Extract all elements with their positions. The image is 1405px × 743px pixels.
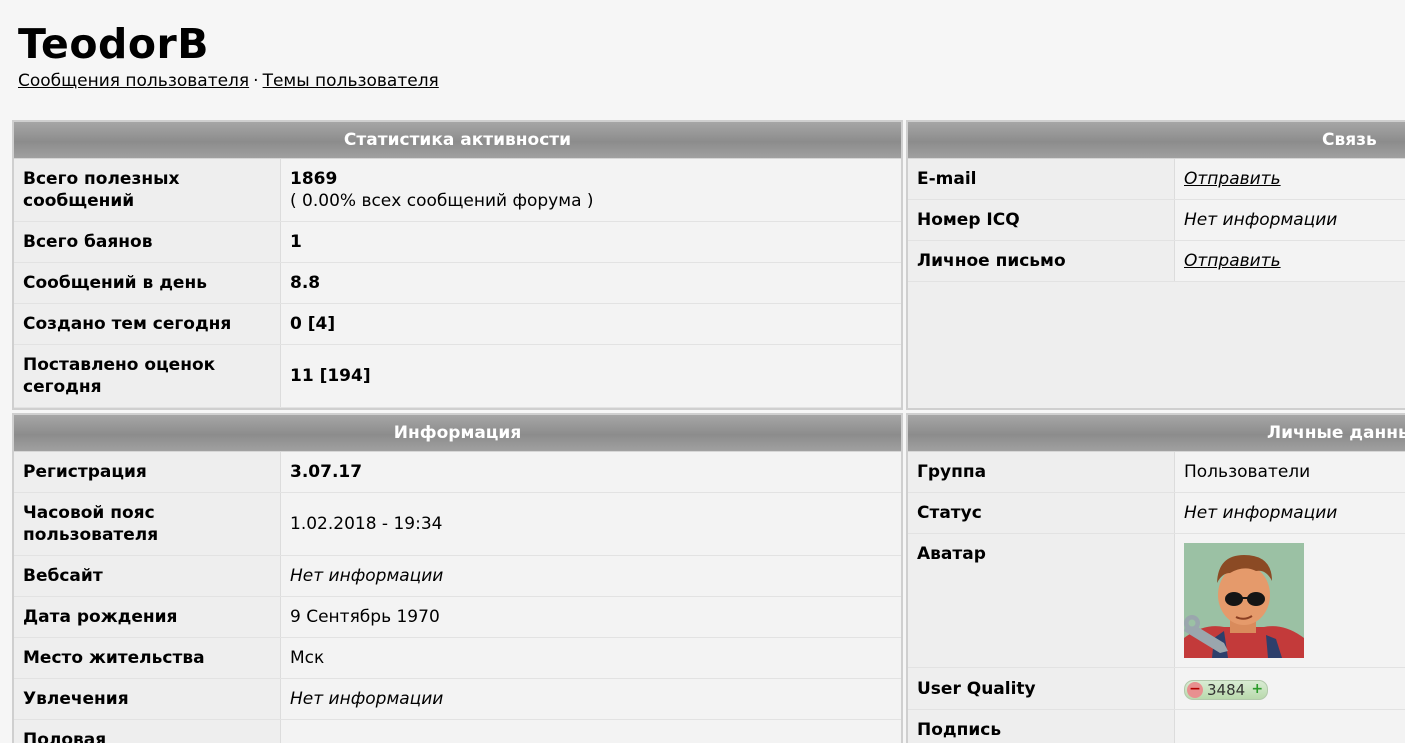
info-label: Регистрация [14,452,281,493]
personal-label: Аватар [908,533,1175,668]
private-message-send-button[interactable]: Отправить [1184,251,1281,271]
stat-label: Всего баянов [14,221,281,263]
info-panel: Информация Регистрация 3.07.17 Часовой п… [12,413,903,743]
table-row: Аватар [908,533,1405,668]
table-row: Дата рождения 9 Сентябрь 1970 [14,596,901,638]
table-row: Половая [14,719,901,743]
info-value: Мск [280,637,901,679]
personal-table: Группа Пользователи Статус Нет информаци… [908,452,1405,743]
info-value: 1.02.2018 - 19:34 [280,492,901,556]
stat-label: Сообщений в день [14,262,281,304]
stat-value: 1 [280,221,901,263]
table-row: Группа Пользователи [908,452,1405,493]
table-row: Поставлено оценок сегодня 11 [194] [14,344,901,408]
table-row: Всего полезных сообщений 1869 ( 0.00% вс… [14,159,901,222]
stat-label: Поставлено оценок сегодня [14,344,281,408]
group-value: Пользователи [1174,452,1405,493]
user-quality-value: 3484 [1207,681,1246,699]
table-row: Часовой пояс пользователя 1.02.2018 - 19… [14,492,901,556]
contact-panel: Связь E-mail Отправить Номер ICQ Нет инф… [906,120,1405,410]
table-row: Увлечения Нет информации [14,678,901,720]
personal-title: Личные данные [908,415,1405,452]
avatar-cell [1174,533,1405,668]
info-value: Нет информации [280,555,901,597]
status-value: Нет информации [1174,492,1405,534]
table-row: Подпись [908,709,1405,743]
table-row: E-mail Отправить [908,159,1405,200]
table-row: Создано тем сегодня 0 [4] [14,303,901,345]
contact-table: E-mail Отправить Номер ICQ Нет информаци… [908,159,1405,282]
info-label: Вебсайт [14,555,281,597]
table-row: Номер ICQ Нет информации [908,199,1405,241]
stat-value: 0 [4] [280,303,901,345]
avatar-image [1184,543,1304,658]
activity-stats-panel: Статистика активности Всего полезных соо… [12,120,903,410]
user-quality-widget: − 3484 + [1184,680,1269,700]
info-label: Увлечения [14,678,281,720]
contact-title: Связь [908,122,1405,159]
email-send-link: Отправить [1174,159,1405,200]
info-value: Нет информации [280,678,901,720]
contact-label: Личное письмо [908,240,1175,282]
useful-posts-share: ( 0.00% всех сообщений форума ) [290,191,594,211]
table-row: Сообщений в день 8.8 [14,262,901,304]
info-value [280,719,901,743]
user-quality-cell: − 3484 + [1174,667,1405,710]
info-value: 3.07.17 [280,452,901,493]
personal-label: Статус [908,492,1175,534]
stat-value: 1869 ( 0.00% всех сообщений форума ) [280,159,901,222]
profile-header: TeodorB Сообщения пользователя · Темы поль… [18,18,439,92]
user-topics-link[interactable]: Темы пользователя [263,71,439,91]
icq-value: Нет информации [1174,199,1405,241]
profile-page: TeodorB Сообщения пользователя · Темы поль… [0,0,1405,743]
table-row: Место жительства Мск [14,637,901,679]
user-posts-link[interactable]: Сообщения пользователя [18,71,249,91]
contact-title-text: Связь [1322,130,1377,150]
avatar [1184,543,1304,658]
email-send-button[interactable]: Отправить [1184,169,1281,189]
stat-value: 8.8 [280,262,901,304]
table-row: Статус Нет информации [908,492,1405,534]
stat-label: Всего полезных сообщений [14,159,281,222]
info-table: Регистрация 3.07.17 Часовой пояс пользов… [14,452,901,743]
info-value: 9 Сентябрь 1970 [280,596,901,638]
page-title: TeodorB [18,20,209,68]
rate-plus-button[interactable]: + [1249,682,1265,698]
activity-stats-table: Всего полезных сообщений 1869 ( 0.00% вс… [14,159,901,408]
info-label: Дата рождения [14,596,281,638]
personal-title-text: Личные данные [1267,423,1405,443]
links-separator: · [253,71,259,91]
stat-value: 11 [194] [280,344,901,408]
activity-stats-title: Статистика активности [14,122,901,159]
table-row: Личное письмо Отправить [908,240,1405,282]
rate-minus-button[interactable]: − [1187,682,1203,698]
contact-label: Номер ICQ [908,199,1175,241]
personal-panel: Личные данные Группа Пользователи Статус… [906,413,1405,743]
personal-label: User Quality [908,667,1175,710]
personal-label: Подпись [908,709,1175,743]
personal-label: Группа [908,452,1175,493]
contact-label: E-mail [908,159,1175,200]
table-row: Вебсайт Нет информации [14,555,901,597]
private-message-cell: Отправить [1174,240,1405,282]
info-label: Половая [14,719,281,743]
stat-label: Создано тем сегодня [14,303,281,345]
table-row: User Quality − 3484 + [908,667,1405,710]
info-label: Часовой пояс пользователя [14,492,281,556]
table-row: Регистрация 3.07.17 [14,452,901,493]
signature-value [1174,709,1405,743]
user-links: Сообщения пользователя · Темы пользователя [18,70,439,92]
info-title: Информация [14,415,901,452]
table-row: Всего баянов 1 [14,221,901,263]
useful-posts-count: 1869 [290,169,338,189]
info-label: Место жительства [14,637,281,679]
